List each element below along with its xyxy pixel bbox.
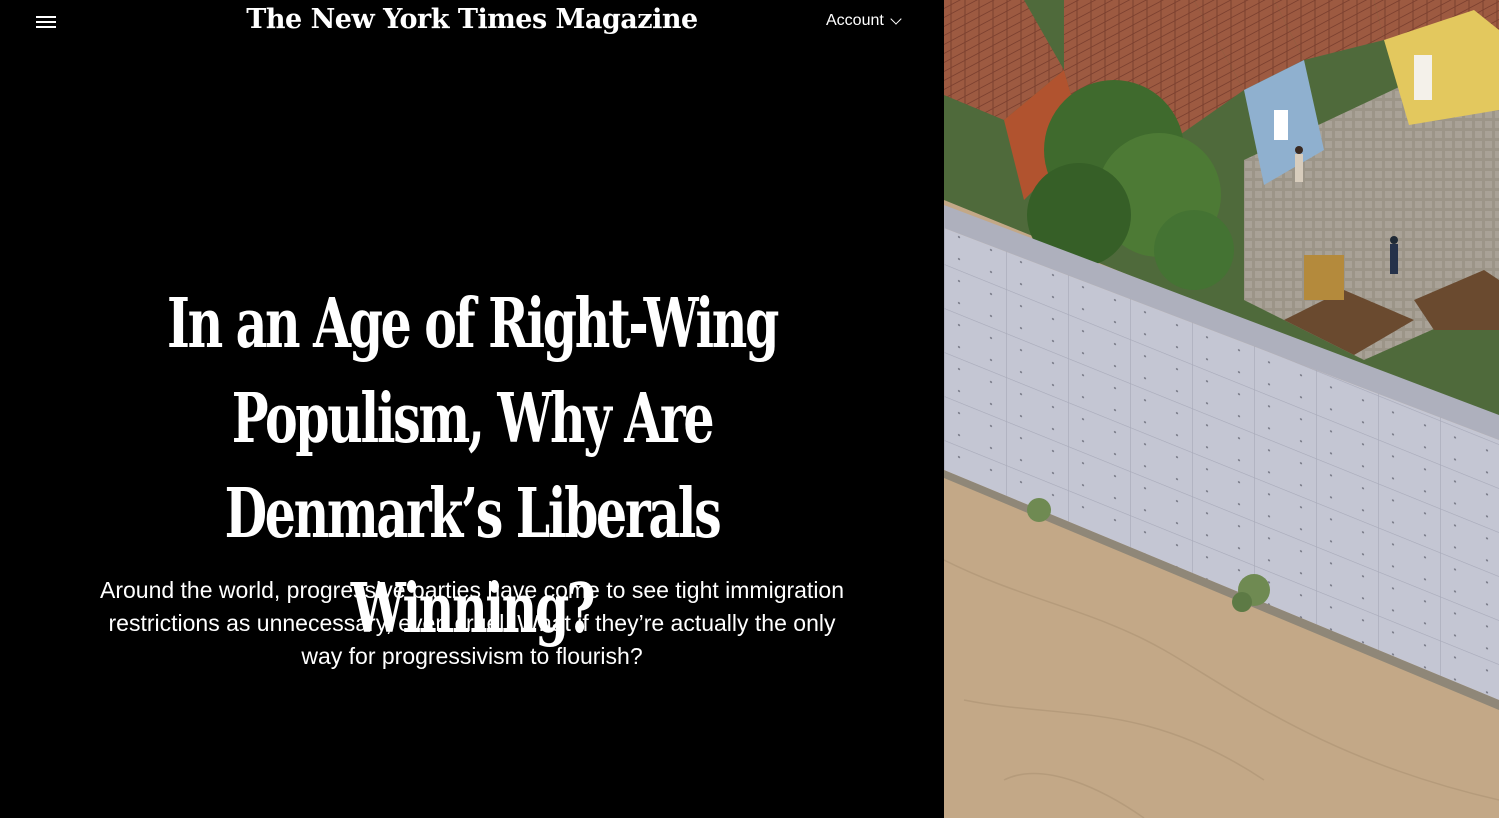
hero-text-panel: The New York Times Magazine Account In a… [0,0,944,818]
door [1414,55,1432,100]
person [1390,244,1398,274]
person [1390,236,1398,244]
isometric-wall-illustration [944,0,1499,818]
chevron-down-icon [890,13,902,25]
masthead-logo[interactable]: The New York Times Magazine [0,4,944,35]
article-dek: Around the world, progressive parties ha… [99,577,845,669]
hero-illustration [944,0,1499,818]
weed [1027,498,1051,522]
account-dropdown[interactable]: Account [826,12,902,30]
window [1274,110,1288,140]
account-label: Account [826,12,884,29]
person [1295,154,1303,182]
weed [1232,592,1252,612]
tree-canopy [1154,210,1234,290]
trellis [1304,255,1344,300]
person [1295,146,1303,154]
